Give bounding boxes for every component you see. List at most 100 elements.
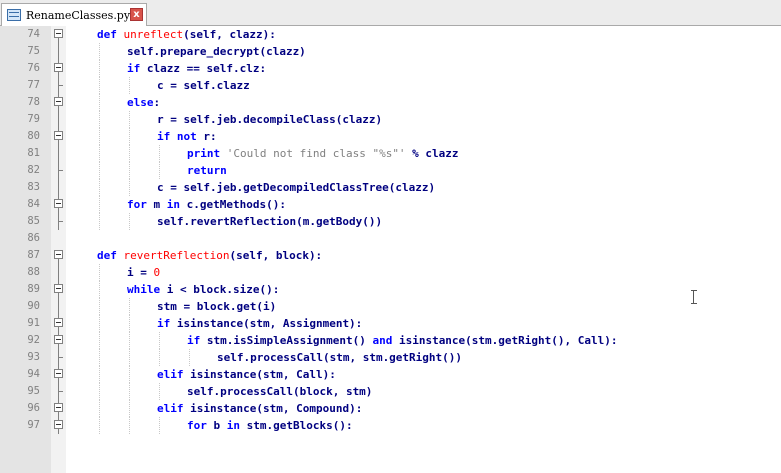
indent-guide xyxy=(129,332,130,349)
code-line[interactable]: 80 if not r: xyxy=(0,128,781,145)
code-line[interactable]: 82 return xyxy=(0,162,781,179)
fold-toggle-icon[interactable] xyxy=(54,335,63,344)
close-icon[interactable]: x xyxy=(130,8,143,21)
fold-toggle-icon[interactable] xyxy=(54,403,63,412)
indent-guide xyxy=(99,128,100,145)
line-number: 97 xyxy=(27,419,40,431)
fold-toggle-icon[interactable] xyxy=(54,97,63,106)
fold-end-marker xyxy=(58,170,63,171)
string-literal: 'Could not find class "%s"' xyxy=(226,147,406,160)
indent-guide xyxy=(129,162,130,179)
keyword: elif xyxy=(157,368,191,381)
code-line[interactable]: 97 for b in stm.getBlocks(): xyxy=(0,417,781,434)
indent-guide xyxy=(159,145,160,162)
code-editor[interactable]: 74 def unreflect(self, clazz): 75 self.prep… xyxy=(0,26,781,473)
keyword: return xyxy=(187,164,227,177)
code-line[interactable]: 95 self.processCall(block, stm) xyxy=(0,383,781,400)
code-token: isinstance(stm.getRight(), Call): xyxy=(398,334,618,347)
fold-toggle-icon[interactable] xyxy=(54,131,63,140)
code-line[interactable]: 77 c = self.clazz xyxy=(0,77,781,94)
code-line[interactable]: 89 while i < block.size(): xyxy=(0,281,781,298)
file-icon xyxy=(7,9,21,21)
code-line[interactable]: 96 elif isinstance(stm, Compound): xyxy=(0,400,781,417)
code-line[interactable]: 83 c = self.jeb.getDecompiledClassTree(cl… xyxy=(0,179,781,196)
code-token: self.prepare_decrypt(clazz) xyxy=(127,45,306,58)
code-line[interactable]: 87 def revertReflection(self, block): xyxy=(0,247,781,264)
indent-guide xyxy=(99,366,100,383)
fold-toggle-icon[interactable] xyxy=(54,318,63,327)
code-line[interactable]: 76 if clazz == self.clz: xyxy=(0,60,781,77)
code-line[interactable]: 75 self.prepare_decrypt(clazz) xyxy=(0,43,781,60)
code-text: c = self.clazz xyxy=(157,77,250,94)
indent-guide xyxy=(99,298,100,315)
indent-guide xyxy=(99,315,100,332)
code-line[interactable]: 79 r = self.jeb.decompileClass(clazz) xyxy=(0,111,781,128)
indent-guide xyxy=(129,349,130,366)
indent-guide xyxy=(159,383,160,400)
tab-renameclasses[interactable]: RenameClasses.py x xyxy=(1,3,147,26)
code-line[interactable]: 88 i = 0 xyxy=(0,264,781,281)
code-line[interactable]: 86 xyxy=(0,230,781,247)
indent-guide xyxy=(129,383,130,400)
keyword: in xyxy=(226,419,247,432)
fold-toggle-icon[interactable] xyxy=(54,369,63,378)
line-number: 74 xyxy=(27,28,40,40)
fold-toggle-icon[interactable] xyxy=(54,284,63,293)
code-token: m xyxy=(153,198,167,211)
fold-toggle-icon[interactable] xyxy=(54,63,63,72)
indent-guide xyxy=(129,213,130,230)
fold-toggle-icon[interactable] xyxy=(54,199,63,208)
code-text: self.revertReflection(m.getBody()) xyxy=(157,213,382,230)
tab-bar: RenameClasses.py x xyxy=(0,0,781,26)
indent-guide xyxy=(99,400,100,417)
line-number: 78 xyxy=(27,96,40,108)
code-line[interactable]: 91 if isinstance(stm, Assignment): xyxy=(0,315,781,332)
indent-guide xyxy=(99,332,100,349)
fold-toggle-icon[interactable] xyxy=(54,250,63,259)
line-number: 76 xyxy=(27,62,40,74)
fold-end-marker xyxy=(58,357,63,358)
indent-guide xyxy=(159,417,160,434)
tab-label: RenameClasses.py xyxy=(26,9,131,22)
keyword: elif xyxy=(157,402,191,415)
indent-guide xyxy=(189,349,190,366)
code-text: c = self.jeb.getDecompiledClassTree(claz… xyxy=(157,179,435,196)
code-line[interactable]: 85 self.revertReflection(m.getBody()) xyxy=(0,213,781,230)
code-line[interactable]: 74 def unreflect(self, clazz): xyxy=(0,26,781,43)
line-number: 87 xyxy=(27,249,40,261)
code-token: i = xyxy=(127,266,154,279)
code-token: self.revertReflection(m.getBody()) xyxy=(157,215,383,228)
code-line[interactable]: 94 elif isinstance(stm, Call): xyxy=(0,366,781,383)
fold-toggle-icon[interactable] xyxy=(54,420,63,429)
fold-end-marker xyxy=(58,85,63,86)
code-line[interactable]: 93 self.processCall(stm, stm.getRight()) xyxy=(0,349,781,366)
code-line[interactable]: 92 if stm.isSimpleAssignment() and isinst… xyxy=(0,332,781,349)
code-token: r: xyxy=(203,130,217,143)
code-text: elif isinstance(stm, Call): xyxy=(157,366,336,383)
fold-toggle-icon[interactable] xyxy=(54,29,63,38)
function-name: unreflect xyxy=(123,28,184,41)
indent-guide xyxy=(99,111,100,128)
code-line[interactable]: 78 else: xyxy=(0,94,781,111)
indent-guide xyxy=(99,264,100,281)
code-token: c = self.jeb.getDecompiledClassTree(claz… xyxy=(157,181,436,194)
keyword: print xyxy=(187,147,227,160)
code-token: stm.getBlocks(): xyxy=(246,419,353,432)
code-token: stm = block.get(i) xyxy=(157,300,277,313)
line-number: 80 xyxy=(27,130,40,142)
code-token: self.processCall(stm, stm.getRight()) xyxy=(217,351,463,364)
indent-guide xyxy=(99,162,100,179)
indent-guide xyxy=(99,179,100,196)
indent-guide xyxy=(99,43,100,60)
code-text: self.processCall(stm, stm.getRight()) xyxy=(217,349,462,366)
code-line[interactable]: 84 for m in c.getMethods(): xyxy=(0,196,781,213)
code-line[interactable]: 90 stm = block.get(i) xyxy=(0,298,781,315)
code-line[interactable]: 81 print 'Could not find class "%s"' % cl… xyxy=(0,145,781,162)
code-token: isinstance(stm, Compound): xyxy=(190,402,363,415)
indent-guide xyxy=(99,281,100,298)
line-number: 93 xyxy=(27,351,40,363)
code-text: for m in c.getMethods(): xyxy=(127,196,286,213)
line-number: 92 xyxy=(27,334,40,346)
keyword: and xyxy=(372,334,399,347)
code-text: if stm.isSimpleAssignment() and isinstan… xyxy=(187,332,618,349)
